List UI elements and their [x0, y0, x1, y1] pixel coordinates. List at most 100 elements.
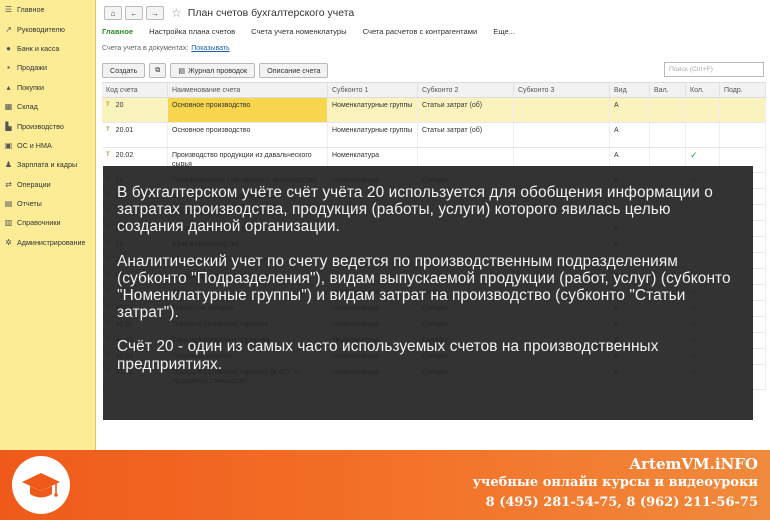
sidebar-item-label: ОС и НМА	[17, 140, 52, 150]
cell-kind: А	[610, 98, 650, 122]
arrow-right-icon: →	[151, 8, 159, 18]
sidebar-item-label: Администрирование	[17, 237, 86, 247]
tab-nomenclature-accounts[interactable]: Счета учета номенклатуры	[251, 27, 346, 36]
tab-main[interactable]: Главное	[102, 27, 133, 36]
sidebar-item-main[interactable]: ☰ Главное	[0, 0, 95, 19]
table-header: Код счета Наименование счета Субконто 1 …	[102, 82, 766, 98]
column-header-subconto2[interactable]: Субконто 2	[418, 83, 514, 97]
gear-icon: ✲	[5, 237, 12, 247]
column-header-currency[interactable]: Вал.	[650, 83, 686, 97]
sidebar-item-label: Производство	[17, 121, 64, 131]
book-icon: ▥	[4, 218, 13, 228]
sales-icon: ▪	[7, 63, 10, 73]
cell-subconto3	[514, 123, 610, 147]
footer-phones: 8 (495) 281-54-75, 8 (962) 211-56-75	[485, 495, 758, 510]
tab-counterparty-accounts[interactable]: Счета расчетов с контрагентами	[363, 27, 478, 36]
sidebar-item-label: Справочники	[17, 218, 61, 228]
sidebar-item-references[interactable]: ▥ Справочники	[0, 213, 95, 232]
copy-button[interactable]: ⧉	[149, 62, 167, 78]
factory-icon: ▙	[5, 121, 12, 131]
footer-subtitle: учебные онлайн курсы и видеоуроки	[472, 475, 758, 490]
home-button[interactable]: ⌂	[104, 6, 122, 20]
cell-code: Т 20	[102, 98, 168, 122]
sidebar: ☰ Главное ↗ Руководителю ● Банк и касса ▪ Пр…	[0, 0, 96, 450]
page-title: План счетов бухгалтерского учета	[187, 7, 355, 19]
forward-button[interactable]: →	[146, 6, 164, 20]
cell-division	[720, 123, 766, 147]
column-header-division[interactable]: Подр.	[720, 83, 766, 97]
sidebar-item-label: Склад	[17, 102, 38, 112]
copy-icon: ⧉	[155, 65, 161, 74]
overlay-paragraph-3: Счёт 20 - один из самых часто используем…	[117, 338, 659, 373]
arrow-left-icon: ←	[130, 8, 138, 18]
journal-icon: ▤	[178, 65, 186, 75]
chart-icon: ↗	[5, 24, 12, 34]
cell-subconto1: Номенклатурные группы	[328, 98, 418, 122]
cart-icon: ▴	[6, 82, 11, 92]
show-link[interactable]: Показывать	[191, 45, 229, 52]
column-header-name[interactable]: Наименование счета	[168, 83, 328, 97]
column-header-code[interactable]: Код счета	[102, 83, 168, 97]
tab-plan-settings[interactable]: Настройка плана счетов	[149, 27, 235, 36]
sidebar-item-label: Зарплата и кадры	[17, 160, 78, 170]
warehouse-icon: ▦	[4, 102, 13, 112]
explanation-overlay: В бухгалтерском учёте счёт учёта 20 испо…	[103, 166, 753, 420]
column-header-kind[interactable]: Вид	[610, 83, 650, 97]
back-button[interactable]: ←	[125, 6, 143, 20]
sidebar-item-label: Руководителю	[17, 24, 65, 34]
sidebar-item-purchases[interactable]: ▴ Покупки	[0, 78, 95, 97]
journal-button[interactable]: ▤ Журнал проводок	[170, 62, 256, 78]
cell-quantity	[686, 123, 720, 147]
overlay-paragraph-1: В бухгалтерском учёте счёт учёта 20 испо…	[117, 184, 713, 236]
cell-code-value: 20.01	[115, 127, 134, 134]
table-row[interactable]: Т 20.01 Основное производство Номенклатурны…	[102, 123, 766, 148]
footer-brand: ArtemVM.iNFO	[629, 455, 758, 473]
create-button[interactable]: Создать	[102, 62, 146, 78]
column-header-quantity[interactable]: Кол.	[686, 83, 720, 97]
table-row[interactable]: Т 20 Основное производство Номенклатурные г…	[102, 98, 766, 123]
sidebar-item-manager[interactable]: ↗ Руководителю	[0, 19, 95, 38]
column-header-subconto1[interactable]: Субконто 1	[328, 83, 418, 97]
sidebar-item-label: Отчеты	[17, 199, 42, 209]
home-icon: ☰	[4, 5, 13, 15]
cell-name: Основное производство	[168, 98, 328, 122]
cell-code: Т 20.01	[102, 123, 168, 147]
cell-subconto2: Статьи затрат (об)	[418, 123, 514, 147]
bank-icon: ●	[6, 43, 11, 53]
assets-icon: ▣	[4, 140, 13, 150]
footer-banner: ArtemVM.iNFO учебные онлайн курсы и виде…	[0, 450, 770, 520]
favorite-star-icon[interactable]: ☆	[171, 6, 182, 20]
cell-subconto2: Статьи затрат (об)	[418, 98, 514, 122]
sidebar-item-admin[interactable]: ✲ Администрирование	[0, 233, 95, 252]
sidebar-item-production[interactable]: ▙ Производство	[0, 116, 95, 135]
sidebar-item-reports[interactable]: ▤ Отчеты	[0, 194, 95, 213]
sidebar-item-operations[interactable]: ⇄ Операции	[0, 175, 95, 194]
overlay-paragraph-2: Аналитический учет по счету ведется по п…	[117, 252, 731, 322]
sidebar-item-salary[interactable]: ♟ Зарплата и кадры	[0, 155, 95, 174]
docs-accounts-label: Счета учета в документах:	[102, 45, 189, 52]
graduation-cap-logo-icon	[12, 456, 70, 514]
account-type-icon: Т	[106, 102, 110, 108]
cell-name: Основное производство	[168, 123, 328, 147]
cell-quantity	[686, 98, 720, 122]
tab-bar: Главное Настройка плана счетов Счета уче…	[102, 27, 531, 36]
account-description-button[interactable]: Описание счета	[259, 62, 329, 78]
sidebar-item-warehouse[interactable]: ▦ Склад	[0, 97, 95, 116]
title-bar: ⌂ ← → ☆ План счетов бухгалтерского учета	[104, 6, 354, 20]
sidebar-item-assets[interactable]: ▣ ОС и НМА	[0, 136, 95, 155]
operations-icon: ⇄	[5, 179, 12, 189]
cell-subconto3	[514, 98, 610, 122]
sidebar-item-label: Операции	[17, 179, 51, 189]
cell-kind: А	[610, 123, 650, 147]
journal-button-label: Журнал проводок	[188, 65, 248, 75]
sidebar-item-sales[interactable]: ▪ Продажи	[0, 58, 95, 77]
column-header-subconto3[interactable]: Субконто 3	[514, 83, 610, 97]
sidebar-item-bank[interactable]: ● Банк и касса	[0, 39, 95, 58]
sidebar-item-label: Банк и касса	[17, 43, 60, 53]
tab-more[interactable]: Еще...	[493, 27, 515, 36]
sidebar-item-label: Главное	[17, 5, 45, 15]
search-input[interactable]: Поиск (Ctrl+F)	[664, 62, 764, 77]
reports-icon: ▤	[4, 199, 13, 209]
cell-currency	[650, 123, 686, 147]
cell-currency	[650, 98, 686, 122]
